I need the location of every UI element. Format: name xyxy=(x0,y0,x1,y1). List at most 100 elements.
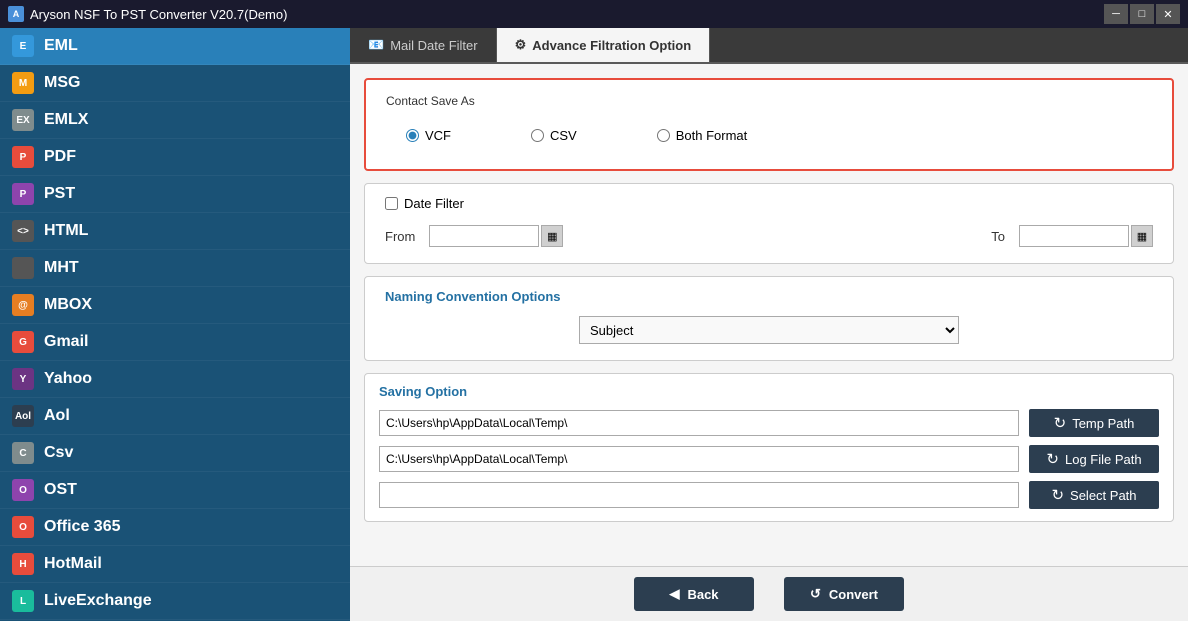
back-icon: ◀ xyxy=(669,586,679,602)
radio-option-vcf[interactable]: VCF xyxy=(406,128,451,143)
sidebar-icon-yahoo: Y xyxy=(12,368,34,390)
sidebar-label-gmail: Gmail xyxy=(44,333,88,351)
radio-option-csv[interactable]: CSV xyxy=(531,128,577,143)
select-path-button[interactable]: ↻ Select Path xyxy=(1029,481,1159,509)
convert-button[interactable]: ↺ Convert xyxy=(784,577,904,611)
maximize-button[interactable]: □ xyxy=(1130,4,1154,24)
app-title: Aryson NSF To PST Converter V20.7(Demo) xyxy=(30,7,287,22)
temp-path-input[interactable] xyxy=(379,410,1019,436)
sidebar-item-html[interactable]: <> HTML xyxy=(0,213,350,250)
to-date-picker-button[interactable]: ▦ xyxy=(1131,225,1153,247)
sidebar-item-yahoo[interactable]: Y Yahoo xyxy=(0,361,350,398)
tabs-bar: 📧 Mail Date Filter⚙ Advance Filtration O… xyxy=(350,28,1188,64)
saving-option-title: Saving Option xyxy=(379,384,1159,399)
radio-label-csv[interactable]: CSV xyxy=(550,128,577,143)
sidebar-item-csv[interactable]: C Csv xyxy=(0,435,350,472)
sidebar-item-eml[interactable]: E EML xyxy=(0,28,350,65)
contact-save-as-radio-group: VCF CSV Both Format xyxy=(386,122,1152,149)
to-label: To xyxy=(975,229,1005,244)
sidebar-item-mbox[interactable]: @ MBOX xyxy=(0,287,350,324)
sidebar-item-msg[interactable]: M MSG xyxy=(0,65,350,102)
temp-path-icon: ↻ xyxy=(1054,414,1067,432)
radio-csv[interactable] xyxy=(531,129,544,142)
radio-label-both[interactable]: Both Format xyxy=(676,128,748,143)
back-label: Back xyxy=(687,587,718,602)
tab-icon-mail-date-filter: 📧 xyxy=(368,37,384,53)
naming-select-wrap: SubjectDateFromToSubject+Date xyxy=(385,316,1153,344)
sidebar-item-mht[interactable]: MHT xyxy=(0,250,350,287)
sidebar-item-ost[interactable]: O OST xyxy=(0,472,350,509)
radio-label-vcf[interactable]: VCF xyxy=(425,128,451,143)
sidebar-item-hotmail[interactable]: H HotMail xyxy=(0,546,350,583)
sidebar-label-liveexchange: LiveExchange xyxy=(44,592,152,610)
date-filter-header: Date Filter xyxy=(385,196,1153,211)
log-file-path-row: ↻ Log File Path xyxy=(379,445,1159,473)
sidebar-icon-hotmail: H xyxy=(12,553,34,575)
naming-convention-select[interactable]: SubjectDateFromToSubject+Date xyxy=(579,316,959,344)
radio-vcf[interactable] xyxy=(406,129,419,142)
log-file-label: Log File Path xyxy=(1065,452,1142,467)
radio-option-both[interactable]: Both Format xyxy=(657,128,748,143)
sidebar-label-pdf: PDF xyxy=(44,148,76,166)
sidebar-label-hotmail: HotMail xyxy=(44,555,102,573)
tab-advance-filtration[interactable]: ⚙ Advance Filtration Option xyxy=(497,28,711,62)
sidebar-label-ost: OST xyxy=(44,481,77,499)
app-icon: A xyxy=(8,6,24,22)
date-filter-label[interactable]: Date Filter xyxy=(404,196,464,211)
sidebar-icon-pdf: P xyxy=(12,146,34,168)
saving-option-section: Saving Option ↻ Temp Path ↻ Log File Pat… xyxy=(364,373,1174,522)
sidebar-icon-eml: E xyxy=(12,35,34,57)
from-date-input[interactable] xyxy=(429,225,539,247)
sidebar: E EML M MSG EX EMLX P PDF P PST <> HTML … xyxy=(0,28,350,621)
close-button[interactable]: ✕ xyxy=(1156,4,1180,24)
sidebar-icon-gmail: G xyxy=(12,331,34,353)
tab-mail-date-filter[interactable]: 📧 Mail Date Filter xyxy=(350,28,497,62)
contact-save-as-section: Contact Save As VCF CSV Both Format xyxy=(364,78,1174,171)
main-layout: E EML M MSG EX EMLX P PDF P PST <> HTML … xyxy=(0,28,1188,621)
from-date-picker-button[interactable]: ▦ xyxy=(541,225,563,247)
sidebar-icon-liveexchange: L xyxy=(12,590,34,612)
sidebar-icon-ost: O xyxy=(12,479,34,501)
tab-label-advance-filtration: Advance Filtration Option xyxy=(532,38,691,53)
back-button[interactable]: ◀ Back xyxy=(634,577,754,611)
sidebar-label-yahoo: Yahoo xyxy=(44,370,92,388)
bottom-bar: ◀ Back ↺ Convert xyxy=(350,566,1188,621)
title-bar: A Aryson NSF To PST Converter V20.7(Demo… xyxy=(0,0,1188,28)
to-date-input[interactable] xyxy=(1019,225,1129,247)
sidebar-icon-aol: Aol xyxy=(12,405,34,427)
log-file-path-button[interactable]: ↻ Log File Path xyxy=(1029,445,1159,473)
right-panel: 📧 Mail Date Filter⚙ Advance Filtration O… xyxy=(350,28,1188,621)
sidebar-item-pdf[interactable]: P PDF xyxy=(0,139,350,176)
tab-label-mail-date-filter: Mail Date Filter xyxy=(390,38,477,53)
sidebar-icon-csv: C xyxy=(12,442,34,464)
sidebar-label-mbox: MBOX xyxy=(44,296,92,314)
temp-path-button[interactable]: ↻ Temp Path xyxy=(1029,409,1159,437)
select-path-row: ↻ Select Path xyxy=(379,481,1159,509)
log-file-path-input[interactable] xyxy=(379,446,1019,472)
radio-both[interactable] xyxy=(657,129,670,142)
sidebar-item-gmail[interactable]: G Gmail xyxy=(0,324,350,361)
date-filter-section: Date Filter From ▦ To ▦ xyxy=(364,183,1174,264)
convert-icon: ↺ xyxy=(810,586,821,602)
sidebar-icon-html: <> xyxy=(12,220,34,242)
window-controls: ─ □ ✕ xyxy=(1104,4,1180,24)
tab-icon-advance-filtration: ⚙ xyxy=(515,37,527,53)
sidebar-icon-emlx: EX xyxy=(12,109,34,131)
date-filter-checkbox[interactable] xyxy=(385,197,398,210)
sidebar-item-pst[interactable]: P PST xyxy=(0,176,350,213)
select-path-input[interactable] xyxy=(379,482,1019,508)
sidebar-label-eml: EML xyxy=(44,37,78,55)
sidebar-item-emlx[interactable]: EX EMLX xyxy=(0,102,350,139)
log-file-icon: ↻ xyxy=(1046,450,1059,468)
sidebar-icon-pst: P xyxy=(12,183,34,205)
naming-convention-section: Naming Convention Options SubjectDateFro… xyxy=(364,276,1174,361)
sidebar-label-aol: Aol xyxy=(44,407,70,425)
select-path-icon: ↻ xyxy=(1051,486,1064,504)
sidebar-label-office365: Office 365 xyxy=(44,518,120,536)
sidebar-item-liveexchange[interactable]: L LiveExchange xyxy=(0,583,350,620)
minimize-button[interactable]: ─ xyxy=(1104,4,1128,24)
sidebar-icon-mbox: @ xyxy=(12,294,34,316)
sidebar-item-office365[interactable]: O Office 365 xyxy=(0,509,350,546)
sidebar-item-aol[interactable]: Aol Aol xyxy=(0,398,350,435)
convert-label: Convert xyxy=(829,587,878,602)
